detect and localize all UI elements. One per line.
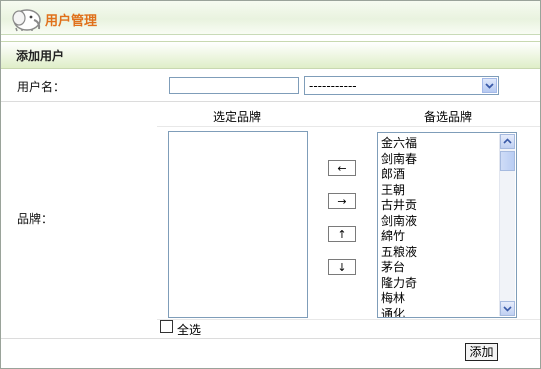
brand-option[interactable]: 茅台 bbox=[381, 260, 417, 276]
username-input[interactable] bbox=[169, 77, 299, 94]
brand-options: 金六福 剑南春 郎酒 王朝 古井贡 剑南液 綿竹 五粮液 茅台 隆力奇 梅林 通化 bbox=[381, 136, 417, 318]
brand-option[interactable]: 剑南春 bbox=[381, 152, 417, 168]
row-divider bbox=[1, 338, 540, 339]
brand-option[interactable]: 五粮液 bbox=[381, 245, 417, 261]
select-all-checkbox[interactable] bbox=[160, 320, 173, 333]
brand-option[interactable]: 綿竹 bbox=[381, 229, 417, 245]
user-select-dropdown[interactable]: ----------- bbox=[304, 76, 499, 95]
scroll-thumb[interactable] bbox=[500, 151, 515, 171]
brand-option[interactable]: 梅林 bbox=[381, 291, 417, 307]
brand-option[interactable]: 剑南液 bbox=[381, 214, 417, 230]
arrow-up-icon: ↑ bbox=[337, 227, 347, 241]
move-up-button[interactable]: ↑ bbox=[328, 226, 356, 242]
selected-brands-header: 选定品牌 bbox=[213, 110, 262, 124]
arrow-down-icon: ↓ bbox=[337, 260, 347, 274]
select-all-label: 全选 bbox=[177, 323, 202, 337]
brand-option[interactable]: 王朝 bbox=[381, 183, 417, 199]
available-brands-list[interactable]: 金六福 剑南春 郎酒 王朝 古井贡 剑南液 綿竹 五粮液 茅台 隆力奇 梅林 通化 bbox=[377, 132, 517, 318]
scroll-up-button[interactable] bbox=[500, 134, 515, 149]
brand-option[interactable]: 隆力奇 bbox=[381, 276, 417, 292]
available-brands-header: 备选品牌 bbox=[424, 110, 473, 124]
arrow-right-icon: → bbox=[337, 194, 347, 208]
row-divider bbox=[1, 101, 540, 102]
brand-option[interactable]: 古井贡 bbox=[381, 198, 417, 214]
section-header: 添加用户 bbox=[1, 41, 540, 69]
brand-option[interactable]: 郎酒 bbox=[381, 167, 417, 183]
elephant-logo-icon bbox=[12, 9, 41, 32]
add-button[interactable]: 添加 bbox=[465, 343, 498, 361]
selected-brands-list[interactable] bbox=[168, 131, 308, 318]
page-title: 用户管理 bbox=[45, 14, 98, 29]
brand-option[interactable]: 金六福 bbox=[381, 136, 417, 152]
row-divider bbox=[157, 319, 540, 320]
select-value: ----------- bbox=[309, 79, 357, 93]
scroll-down-button[interactable] bbox=[500, 301, 515, 316]
move-left-button[interactable]: ← bbox=[328, 160, 356, 176]
row-divider bbox=[157, 126, 540, 127]
brand-label: 品牌： bbox=[17, 212, 54, 226]
chevron-down-icon[interactable] bbox=[482, 78, 497, 93]
arrow-left-icon: ← bbox=[337, 161, 347, 175]
move-down-button[interactable]: ↓ bbox=[328, 259, 356, 275]
move-right-button[interactable]: → bbox=[328, 193, 356, 209]
title-bar: 用户管理 bbox=[1, 1, 540, 35]
username-label: 用户名： bbox=[17, 80, 66, 94]
scrollbar[interactable] bbox=[499, 134, 515, 316]
brand-option[interactable]: 通化 bbox=[381, 307, 417, 318]
section-title: 添加用户 bbox=[16, 49, 65, 63]
